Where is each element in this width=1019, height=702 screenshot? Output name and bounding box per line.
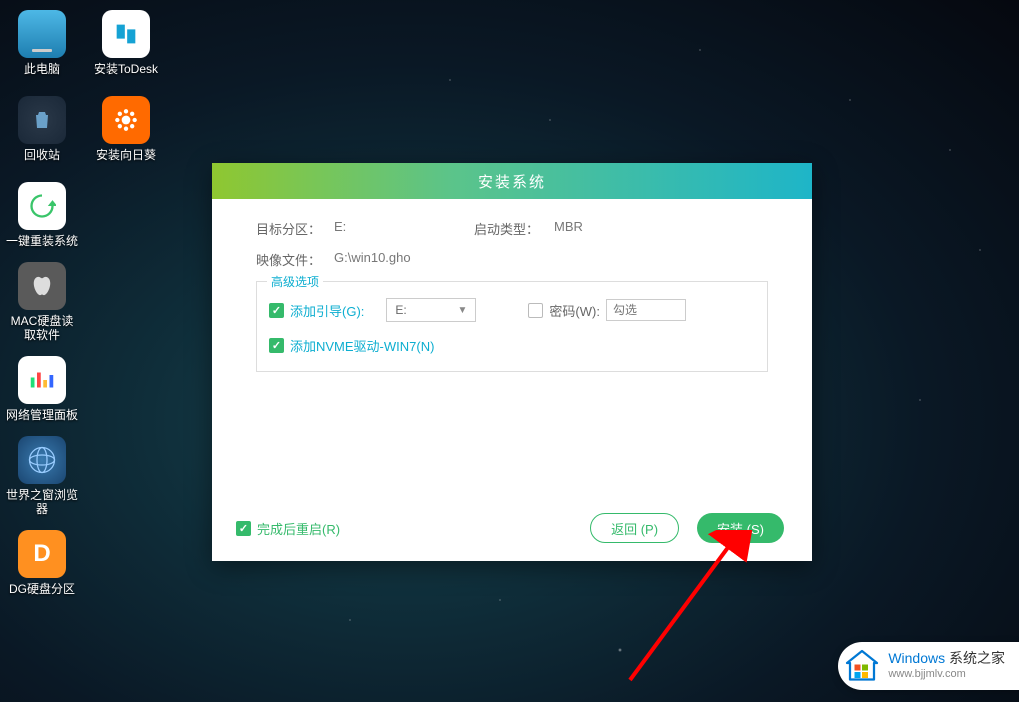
install-dialog: 安装系统 目标分区： E: 启动类型： MBR 映像文件： G:\win10.g…: [212, 163, 812, 561]
icon-label: DG硬盘分区: [9, 582, 75, 596]
boot-type-label: 启动类型：: [474, 219, 554, 238]
reinstall-icon: [18, 182, 66, 230]
chevron-down-icon: ▼: [457, 305, 467, 316]
macdisk-icon: [18, 262, 66, 310]
image-file-label: 映像文件：: [256, 250, 334, 269]
image-file-value: G:\win10.gho: [334, 250, 411, 269]
icon-browser[interactable]: 世界之窗浏览器: [2, 432, 82, 520]
boot-drive-select[interactable]: E: ▼: [386, 298, 476, 322]
sunflower-icon: [102, 96, 150, 144]
globe-icon: [18, 436, 66, 484]
todesk-icon: [102, 10, 150, 58]
icon-label: MAC硬盘读取软件: [6, 314, 78, 342]
watermark-title: Windows 系统之家: [888, 650, 1005, 666]
watermark: Windows 系统之家 www.bjjmlv.com: [838, 642, 1019, 690]
icon-label: 一键重装系统: [6, 234, 78, 248]
target-partition-label: 目标分区：: [256, 219, 334, 238]
dg-icon: D: [18, 530, 66, 578]
password-label: 密码(W):: [549, 301, 600, 320]
icon-this-pc[interactable]: 此电脑: [2, 6, 82, 80]
row-add-nvme: 添加NVME驱动-WIN7(N): [269, 336, 755, 355]
icon-macdisk[interactable]: MAC硬盘读取软件: [2, 258, 82, 346]
icon-dg[interactable]: D DG硬盘分区: [2, 526, 82, 600]
add-boot-label: 添加引导(G):: [290, 301, 364, 320]
boot-drive-value: E:: [395, 303, 406, 317]
password-input[interactable]: [606, 299, 686, 321]
return-button[interactable]: 返回 (P): [590, 513, 679, 543]
dialog-content: 目标分区： E: 启动类型： MBR 映像文件： G:\win10.gho 高级…: [212, 199, 812, 382]
icon-netpanel[interactable]: 网络管理面板: [2, 352, 82, 426]
icon-sunflower[interactable]: 安装向日葵: [86, 92, 166, 166]
add-boot-checkbox[interactable]: [269, 303, 284, 318]
netpanel-icon: [18, 356, 66, 404]
desktop: 此电脑 安装ToDesk 回收站 安装向日葵 一键重装系统: [0, 0, 168, 606]
icon-recycle[interactable]: 回收站: [2, 92, 82, 166]
password-checkbox[interactable]: [528, 303, 543, 318]
icon-reinstall[interactable]: 一键重装系统: [2, 178, 82, 252]
row-add-boot: 添加引导(G): E: ▼ 密码(W):: [269, 298, 755, 322]
icon-label: 世界之窗浏览器: [6, 488, 78, 516]
icon-label: 此电脑: [24, 62, 60, 76]
recycle-icon: [18, 96, 66, 144]
icon-label: 网络管理面板: [6, 408, 78, 422]
dialog-title: 安装系统: [212, 163, 812, 199]
restart-checkbox[interactable]: [236, 521, 251, 536]
install-button[interactable]: 安装 (S): [697, 513, 784, 543]
dialog-footer: 完成后重启(R) 返回 (P) 安装 (S): [236, 513, 784, 543]
watermark-url: www.bjjmlv.com: [888, 666, 1005, 682]
pc-icon: [18, 10, 66, 58]
add-nvme-checkbox[interactable]: [269, 338, 284, 353]
advanced-legend: 高级选项: [267, 273, 323, 290]
restart-label: 完成后重启(R): [257, 519, 340, 538]
icon-label: 回收站: [24, 148, 60, 162]
advanced-fieldset: 高级选项 添加引导(G): E: ▼ 密码(W): 添加NVME驱动-WIN7(…: [256, 281, 768, 372]
add-nvme-label: 添加NVME驱动-WIN7(N): [290, 336, 434, 355]
target-partition-value: E:: [334, 219, 434, 238]
icon-label: 安装ToDesk: [94, 62, 158, 76]
boot-type-value: MBR: [554, 219, 583, 238]
icon-label: 安装向日葵: [96, 148, 156, 162]
icon-todesk[interactable]: 安装ToDesk: [86, 6, 166, 80]
row-image-file: 映像文件： G:\win10.gho: [256, 250, 768, 269]
row-target-boot: 目标分区： E: 启动类型： MBR: [256, 219, 768, 238]
windows-house-icon: [844, 648, 880, 684]
